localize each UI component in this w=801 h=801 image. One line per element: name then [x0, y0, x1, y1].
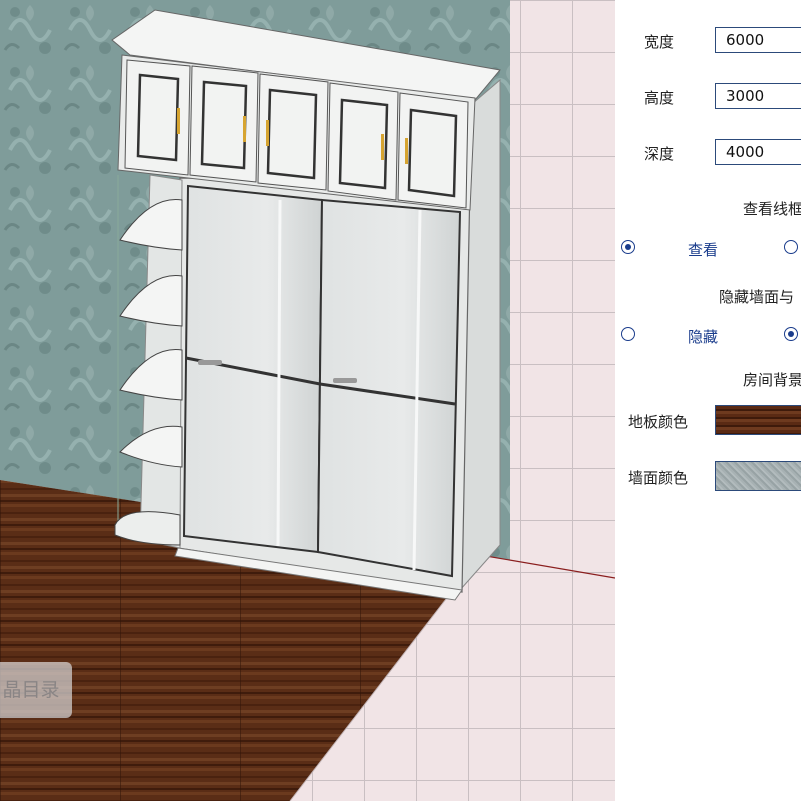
hide-walls-hide-radio[interactable]	[621, 327, 635, 341]
wall-color-label: 墙面颜色	[628, 469, 689, 487]
hide-walls-hide-label[interactable]: 隐藏	[688, 326, 718, 347]
wireframe-view-label[interactable]: 查看	[688, 239, 718, 260]
sliding-doors	[182, 184, 462, 578]
floor-color-swatch[interactable]	[715, 405, 801, 435]
wireframe-other-radio[interactable]	[784, 240, 798, 254]
depth-input[interactable]	[715, 139, 801, 165]
wireframe-view-radio[interactable]	[621, 240, 635, 254]
height-input[interactable]	[715, 83, 801, 109]
floor-color-label: 地板颜色	[628, 413, 689, 431]
width-input[interactable]	[715, 27, 801, 53]
properties-panel: 宽度 高度 深度 查看线框 查看 隐藏墙面与 隐藏 房间背景 地板颜色 墙面颜色	[615, 0, 801, 801]
width-label: 宽度	[644, 33, 675, 51]
hide-walls-title: 隐藏墙面与	[719, 288, 795, 306]
height-label: 高度	[644, 89, 675, 107]
catalog-button[interactable]: 晶目录	[0, 662, 72, 718]
3d-viewport[interactable]: 晶目录	[0, 0, 615, 801]
wall-color-swatch[interactable]	[715, 461, 801, 491]
scene-canvas	[0, 0, 615, 801]
wireframe-title: 查看线框	[743, 200, 801, 218]
depth-label: 深度	[644, 145, 675, 163]
room-bg-title: 房间背景	[743, 371, 801, 389]
hide-walls-other-radio[interactable]	[784, 327, 798, 341]
